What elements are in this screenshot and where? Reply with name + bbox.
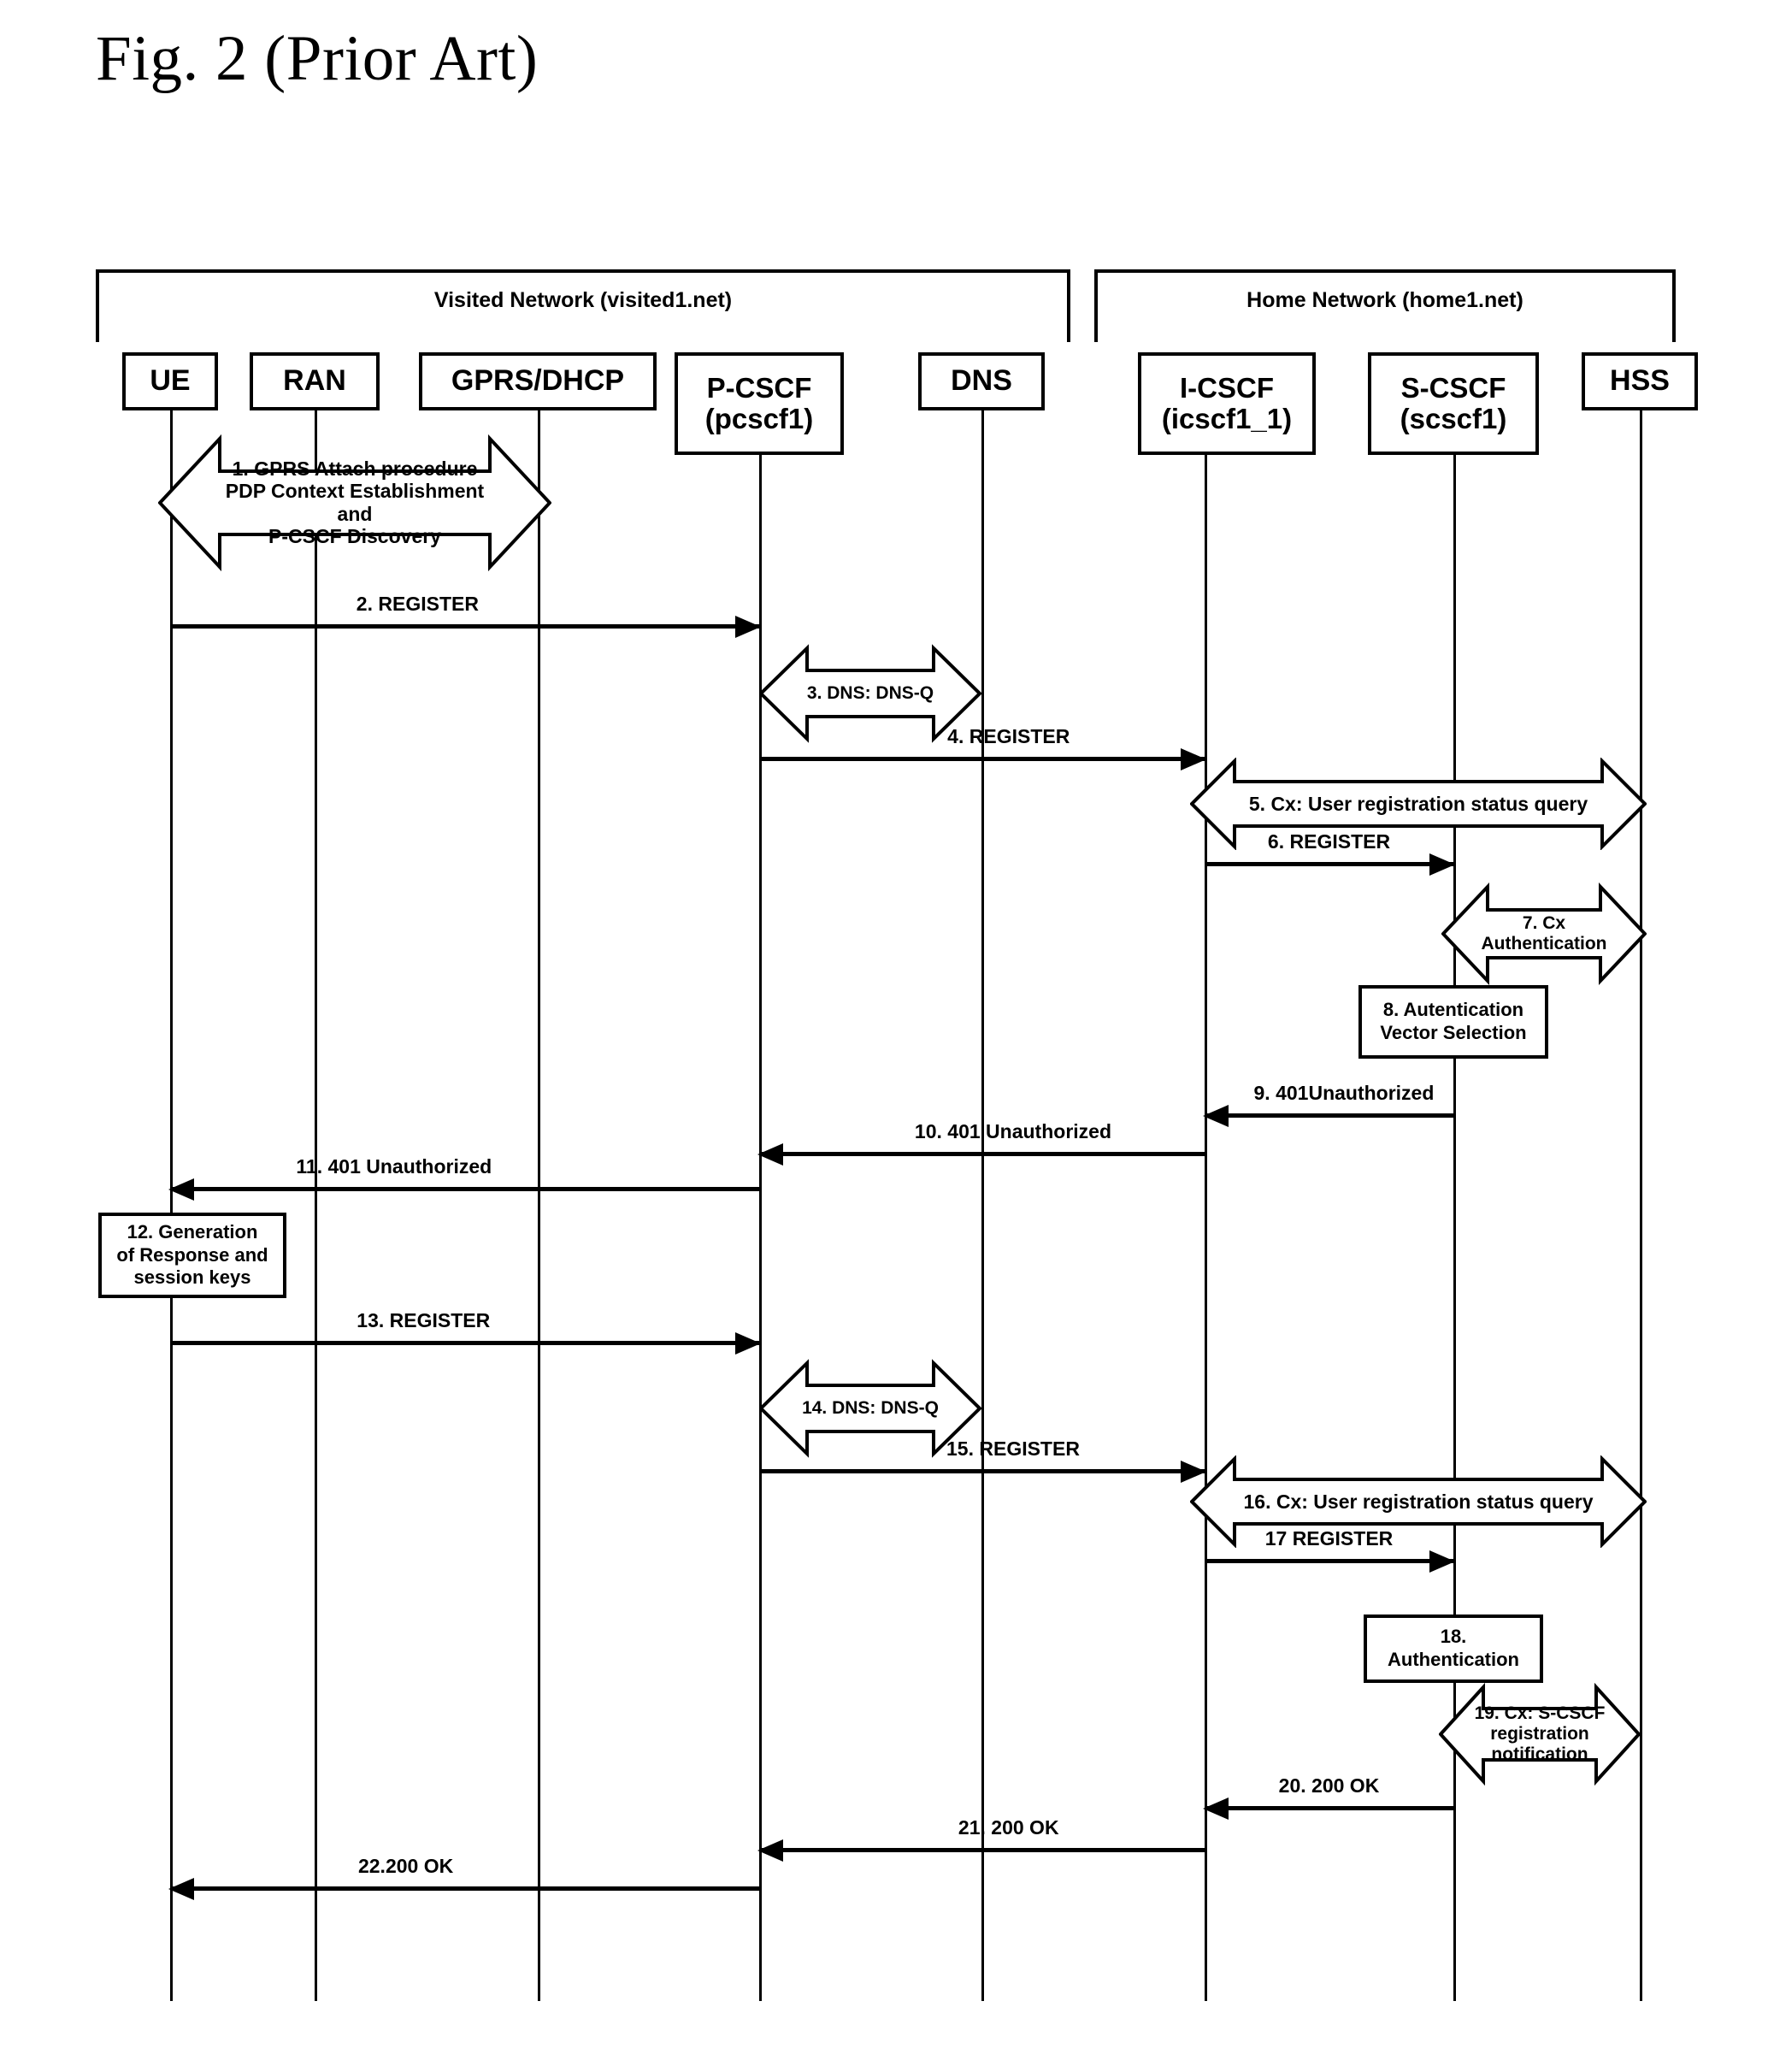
entity-ran-label: RAN	[283, 364, 346, 398]
visited-network-label: Visited Network (visited1.net)	[433, 288, 733, 312]
message-11-arrowhead	[168, 1178, 194, 1201]
message-17-label: 17 REGISTER	[1264, 1527, 1394, 1550]
message-15-label: 15. REGISTER	[946, 1437, 1080, 1460]
message-22-shaft	[170, 1886, 759, 1891]
entity-pcscf-label-line2: (pcscf1)	[704, 403, 814, 434]
entity-hss-label: HSS	[1610, 364, 1670, 398]
process-8-authentication-vector-selection: 8. Autentication Vector Selection	[1358, 985, 1548, 1059]
message-2-shaft	[170, 624, 759, 629]
message-20-arrowhead	[1203, 1798, 1229, 1820]
message-6-label: 6. REGISTER	[1267, 830, 1391, 853]
entity-icscf-label-line2: (icscf1_1)	[1161, 403, 1293, 434]
process-12-label: 12. Generation of Response and session k…	[116, 1220, 268, 1289]
home-network-label: Home Network (home1.net)	[1246, 288, 1523, 312]
message-10-arrowhead	[757, 1143, 783, 1166]
message-5-cx-user-registration-status-query: 5. Cx: User registration status query	[1190, 758, 1647, 850]
message-6-shaft	[1205, 862, 1453, 866]
entity-gprs-label: GPRS/DHCP	[451, 364, 625, 398]
message-21-label: 21. 200 OK	[958, 1816, 1059, 1839]
message-10-shaft	[759, 1152, 1205, 1156]
message-9-arrowhead	[1203, 1105, 1229, 1127]
message-13-arrowhead	[735, 1332, 761, 1355]
message-10-label: 10. 401 Unauthorized	[914, 1120, 1112, 1142]
message-2-arrowhead	[735, 616, 761, 638]
message-9-shaft	[1205, 1113, 1453, 1118]
process-18-label: 18. Authentication	[1388, 1626, 1519, 1670]
entity-hss[interactable]: HSS	[1582, 352, 1698, 410]
entity-ue-label: UE	[150, 364, 191, 398]
entity-pcscf-label-line1: P-CSCF	[706, 371, 812, 404]
message-11-shaft	[170, 1187, 759, 1191]
entity-ran[interactable]: RAN	[250, 352, 380, 410]
entity-icscf[interactable]: I-CSCF (icscf1_1)	[1138, 352, 1316, 455]
message-4-label: 4. REGISTER	[947, 725, 1070, 747]
message-21-arrowhead	[757, 1839, 783, 1862]
message-22-label: 22.200 OK	[357, 1855, 454, 1877]
message-2-label: 2. REGISTER	[356, 593, 479, 615]
process-8-label: 8. Autentication Vector Selection	[1380, 999, 1527, 1043]
message-15-shaft	[759, 1469, 1205, 1473]
message-9-label: 9. 401Unauthorized	[1253, 1082, 1435, 1104]
message-17-shaft	[1205, 1559, 1453, 1563]
message-22-arrowhead	[168, 1878, 194, 1900]
entity-gprs[interactable]: GPRS/DHCP	[419, 352, 657, 410]
message-19-cx-s-cscf-registration-notification: 19. Cx: S-CSCF registration notification	[1439, 1683, 1641, 1786]
entity-scscf[interactable]: S-CSCF (scscf1)	[1368, 352, 1539, 455]
entity-dns[interactable]: DNS	[918, 352, 1045, 410]
message-21-shaft	[759, 1848, 1205, 1852]
message-16-cx-user-registration-status-query: 16. Cx: User registration status query	[1190, 1455, 1647, 1548]
entity-scscf-label-line1: S-CSCF	[1400, 371, 1506, 404]
message-20-label: 20. 200 OK	[1278, 1774, 1380, 1797]
entity-ue[interactable]: UE	[122, 352, 218, 410]
lifeline-ue	[170, 410, 173, 2001]
message-7-cx-authentication: 7. Cx Authentication	[1441, 883, 1647, 985]
entity-icscf-label-line1: I-CSCF	[1180, 371, 1274, 404]
lifeline-ran	[315, 410, 317, 2001]
process-12-generation-of-response-and-session-keys: 12. Generation of Response and session k…	[98, 1213, 286, 1298]
entity-pcscf[interactable]: P-CSCF (pcscf1)	[675, 352, 844, 455]
entity-dns-label: DNS	[951, 364, 1012, 398]
message-1-gprs-attach: 1. GPRS Attach procedure PDP Context Est…	[158, 430, 551, 576]
lifeline-gprs	[538, 410, 540, 2001]
entity-scscf-label-line2: (scscf1)	[1400, 403, 1507, 434]
figure-title: Fig. 2 (Prior Art)	[96, 23, 539, 94]
message-20-shaft	[1205, 1806, 1453, 1810]
message-13-label: 13. REGISTER	[357, 1309, 491, 1331]
message-6-arrowhead	[1429, 853, 1455, 876]
lifeline-icscf	[1205, 455, 1207, 2001]
message-4-shaft	[759, 757, 1205, 761]
message-17-arrowhead	[1429, 1550, 1455, 1573]
message-13-shaft	[170, 1341, 759, 1345]
message-11-label: 11. 401 Unauthorized	[296, 1155, 492, 1178]
process-18-authentication: 18. Authentication	[1364, 1615, 1543, 1683]
lifeline-dns	[981, 410, 984, 2001]
